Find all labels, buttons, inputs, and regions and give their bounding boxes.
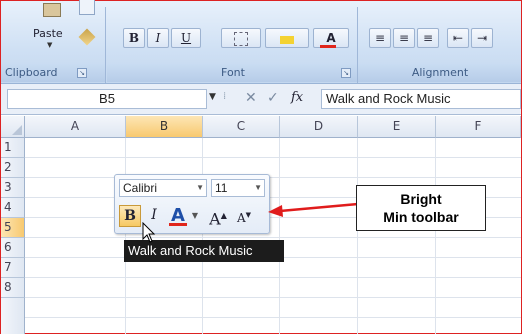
select-all-button[interactable]: [1, 116, 25, 138]
grow-font-icon: A: [209, 209, 221, 229]
ribbon: Paste ▼ Clipboard ↘ B I U A Font ↘ ≡ ≡ ≡…: [1, 0, 521, 84]
font-size-value: 11: [215, 181, 228, 195]
column-header-d[interactable]: D: [280, 116, 358, 138]
row-header-7[interactable]: 7: [1, 258, 25, 278]
italic-button[interactable]: I: [147, 28, 169, 48]
mini-bold-button[interactable]: B: [119, 205, 141, 227]
dialog-launcher-icon[interactable]: ↘: [77, 68, 87, 78]
grid-line: [25, 277, 521, 278]
formula-bar: B5 ▼ ⁞ ✕ ✓ fx Walk and Rock Music: [1, 84, 521, 115]
increase-indent-button[interactable]: ⇥: [471, 28, 493, 48]
enter-icon[interactable]: ✓: [267, 90, 279, 106]
grid-line: [357, 138, 358, 334]
row-header-2[interactable]: 2: [1, 158, 25, 178]
grid-line: [125, 138, 126, 334]
active-cell-text: Walk and Rock Music: [128, 243, 253, 258]
shrink-font-icon: A: [236, 211, 246, 225]
row-header-1[interactable]: 1: [1, 138, 25, 158]
chevron-down-icon[interactable]: ▼: [209, 92, 216, 102]
decrease-indent-button[interactable]: ⇤: [447, 28, 469, 48]
fill-color-icon: [280, 36, 294, 44]
row-header-4[interactable]: 4: [1, 198, 25, 218]
column-header-e[interactable]: E: [358, 116, 436, 138]
underline-button[interactable]: U: [171, 28, 201, 48]
bold-button[interactable]: B: [123, 28, 145, 48]
mouse-pointer-icon: [142, 222, 156, 243]
chevron-down-icon[interactable]: ▼: [196, 180, 204, 196]
grid-line: [279, 138, 280, 334]
alignment-group-label: Alignment: [359, 64, 521, 82]
formula-content: Walk and Rock Music: [326, 91, 451, 106]
callout-line-2: Min toolbar: [383, 209, 459, 225]
column-header-c[interactable]: C: [203, 116, 280, 138]
dialog-launcher-icon[interactable]: ↘: [341, 68, 351, 78]
font-name-value: Calibri: [123, 181, 158, 195]
font-color-letter: A: [326, 31, 336, 45]
paste-button[interactable]: Paste ▼: [29, 3, 73, 49]
fill-color-button[interactable]: [265, 28, 309, 48]
callout-arrow: [268, 202, 359, 217]
grid-line: [25, 317, 521, 318]
formula-bar-divider: ⁞: [223, 91, 227, 102]
annotation-callout: Bright Min toolbar: [356, 185, 486, 231]
chevron-down-icon[interactable]: ▼: [254, 180, 262, 196]
clipboard-group-label: Clipboard ↘: [1, 64, 105, 82]
cancel-icon[interactable]: ✕: [245, 90, 257, 106]
group-separator: [105, 7, 106, 83]
row-header-6[interactable]: 6: [1, 238, 25, 258]
font-color-bar: [320, 45, 336, 48]
grid-line: [25, 157, 521, 158]
row-header-fill: [1, 298, 25, 334]
grid-line: [25, 177, 521, 178]
paste-icon: [43, 3, 61, 17]
format-painter-icon[interactable]: [78, 28, 96, 46]
grid-line: [202, 138, 203, 334]
font-name-combo[interactable]: Calibri ▼: [119, 179, 207, 197]
row-header-3[interactable]: 3: [1, 178, 25, 198]
formula-input[interactable]: Walk and Rock Music: [321, 89, 521, 109]
group-separator: [357, 7, 358, 83]
name-box-value: B5: [99, 91, 115, 106]
callout-line-1: Bright: [400, 191, 442, 207]
mini-toolbar: Calibri ▼ 11 ▼ B I A ▼ A▲ A▼: [114, 174, 270, 234]
borders-button[interactable]: [221, 28, 261, 48]
grid-line: [25, 297, 521, 298]
paste-label: Paste: [33, 27, 63, 40]
copy-icon[interactable]: [79, 0, 95, 15]
borders-icon: [234, 32, 248, 46]
align-left-button[interactable]: ≡: [369, 28, 391, 48]
select-all-triangle-icon: [12, 125, 22, 135]
column-header-a[interactable]: A: [25, 116, 126, 138]
row-header-5[interactable]: 5: [1, 218, 25, 238]
column-header-b[interactable]: B: [126, 116, 203, 138]
font-color-button[interactable]: A: [313, 28, 349, 48]
grid-line: [435, 138, 436, 334]
chevron-down-icon[interactable]: ▼: [191, 205, 199, 227]
column-header-f[interactable]: F: [436, 116, 521, 138]
font-group-label: Font ↘: [107, 64, 359, 82]
align-right-button[interactable]: ≡: [417, 28, 439, 48]
font-size-combo[interactable]: 11 ▼: [211, 179, 265, 197]
shrink-font-button[interactable]: A▼: [233, 205, 255, 227]
row-header-8[interactable]: 8: [1, 278, 25, 298]
grow-font-button[interactable]: A▲: [207, 205, 229, 229]
chevron-down-icon: ▼: [47, 41, 53, 49]
align-center-button[interactable]: ≡: [393, 28, 415, 48]
grid-line: [25, 237, 521, 238]
font-color-bar: [169, 223, 187, 226]
insert-function-icon[interactable]: fx: [291, 90, 303, 105]
name-box[interactable]: B5: [7, 89, 207, 109]
mini-font-color-button[interactable]: A: [167, 205, 189, 227]
